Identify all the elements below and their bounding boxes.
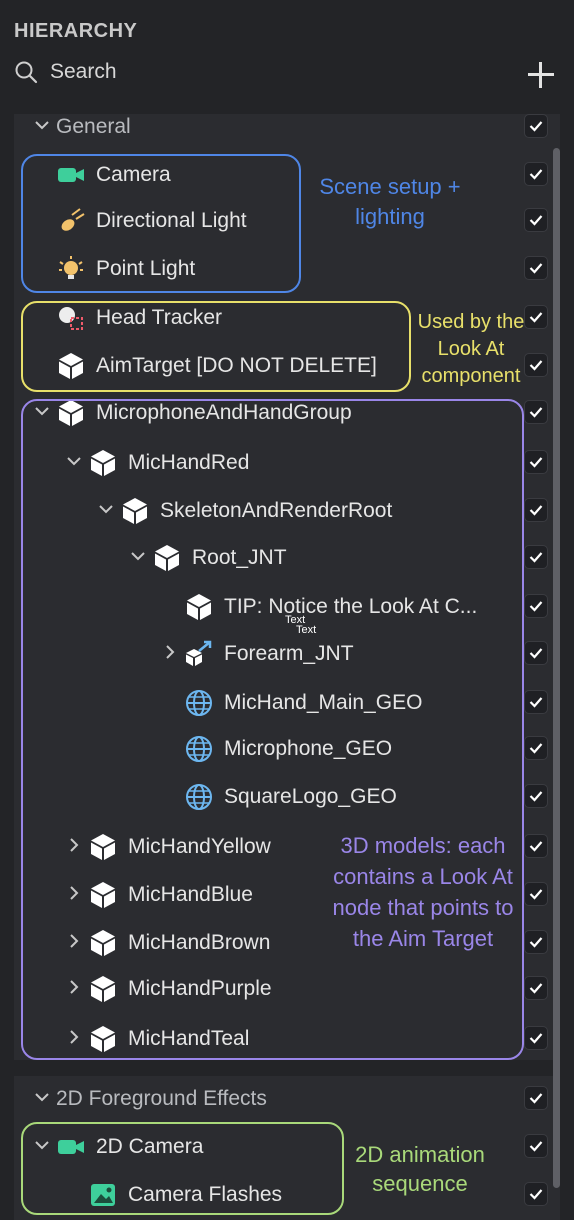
visibility-checkbox[interactable] [524,545,548,569]
add-object-button[interactable] [528,62,554,88]
visibility-checkbox[interactable] [524,400,548,424]
section-header[interactable]: 2D Foreground Effects [0,1078,560,1118]
visibility-checkbox[interactable] [524,834,548,858]
item-label: General [56,115,131,138]
scene-setup-note: Scene setup + lighting [319,174,461,229]
visibility-checkbox[interactable] [524,1086,548,1110]
hierarchy-title: HIERARCHY [14,20,138,42]
visibility-checkbox[interactable] [524,114,548,138]
scene-setup-box [21,154,301,293]
search-bar[interactable]: Search [14,60,117,84]
visibility-checkbox[interactable] [524,882,548,906]
item-label: 2D Foreground Effects [56,1087,267,1110]
visibility-checkbox[interactable] [524,1134,548,1158]
tiny-text-label-2: Text [296,624,317,636]
models-box [21,399,524,1060]
visibility-checkbox[interactable] [524,930,548,954]
section-header[interactable]: General [0,106,560,146]
search-input[interactable]: Search [50,60,117,84]
look-at-box [21,301,411,392]
visibility-checkbox[interactable] [524,690,548,714]
look-at-note: Used by the Look At component [417,311,525,387]
chevron-down-icon[interactable] [33,116,51,134]
visibility-checkbox[interactable] [524,594,548,618]
visibility-checkbox[interactable] [524,976,548,1000]
visibility-checkbox[interactable] [524,208,548,232]
chevron-down-icon[interactable] [33,1088,51,1106]
visibility-checkbox[interactable] [524,162,548,186]
search-icon [15,61,38,84]
visibility-checkbox[interactable] [524,256,548,280]
animation-box [21,1122,344,1215]
visibility-checkbox[interactable] [524,1026,548,1050]
visibility-checkbox[interactable] [524,736,548,760]
models-note: 3D models: each contains a Look At node … [332,833,514,951]
visibility-checkbox[interactable] [524,641,548,665]
visibility-checkbox[interactable] [524,1182,548,1206]
animation-note: 2D animation sequence [355,1142,485,1196]
visibility-checkbox[interactable] [524,498,548,522]
visibility-checkbox[interactable] [524,450,548,474]
visibility-checkbox[interactable] [524,784,548,808]
